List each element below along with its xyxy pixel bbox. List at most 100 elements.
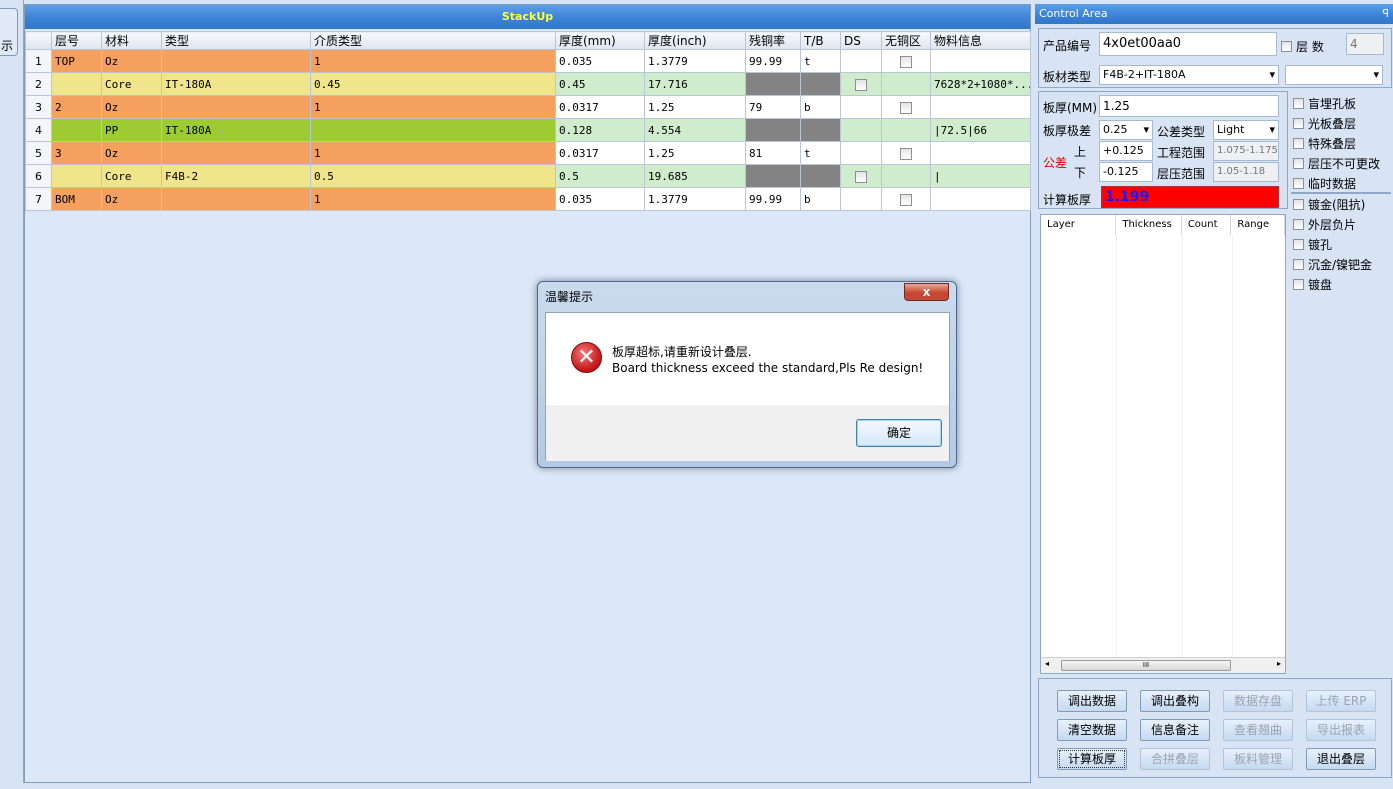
cell-ds[interactable]: [840, 72, 882, 96]
cell-copper[interactable]: [745, 72, 801, 96]
ok-button[interactable]: 确定: [856, 419, 942, 447]
cell-ds[interactable]: [840, 141, 882, 165]
action-button[interactable]: 导出报表: [1306, 719, 1376, 741]
action-button[interactable]: 调出叠构: [1140, 690, 1210, 712]
column-header[interactable]: 类型: [161, 31, 311, 50]
checkbox-icon[interactable]: [900, 147, 912, 160]
tol-type-select[interactable]: Light: [1213, 120, 1279, 140]
table-row[interactable]: 5 3 Oz 1 0.0317 1.25 81 t: [25, 141, 1031, 165]
cell-nocu[interactable]: [881, 164, 931, 188]
cell-n[interactable]: 1: [25, 49, 52, 73]
action-button[interactable]: 信息备注: [1140, 719, 1210, 741]
cell-type[interactable]: IT-180A: [161, 118, 311, 142]
layers-checkbox[interactable]: 层 数: [1281, 38, 1324, 55]
checkbox-icon[interactable]: [900, 101, 912, 114]
cell-nocu[interactable]: [881, 49, 931, 73]
cell-mat[interactable]: Core: [101, 72, 162, 96]
cell-info[interactable]: |72.5|66: [930, 118, 1031, 142]
table-row[interactable]: 1 TOP Oz 1 0.035 1.3779 99.99 t: [25, 49, 1031, 73]
option-checkbox[interactable]: 镀金(阻抗): [1293, 196, 1365, 213]
cell-inch[interactable]: 1.25: [644, 95, 746, 119]
action-button[interactable]: 清空数据: [1057, 719, 1127, 741]
cell-mm[interactable]: 0.45: [555, 72, 645, 96]
product-input[interactable]: 4x0et00aa0: [1099, 32, 1277, 56]
lower-input[interactable]: -0.125: [1099, 162, 1153, 182]
tolerance-select[interactable]: 0.25: [1099, 120, 1153, 140]
cell-layer[interactable]: 3: [51, 141, 102, 165]
option-checkbox[interactable]: 特殊叠层: [1293, 135, 1356, 152]
action-button[interactable]: 上传 ERP: [1306, 690, 1376, 712]
cell-dielectric[interactable]: 1: [310, 49, 556, 73]
cell-tb[interactable]: [800, 164, 841, 188]
cell-type[interactable]: [161, 95, 311, 119]
cell-dielectric[interactable]: 0.45: [310, 72, 556, 96]
cell-mm[interactable]: 0.0317: [555, 141, 645, 165]
cell-type[interactable]: IT-180A: [161, 72, 311, 96]
cell-type[interactable]: [161, 141, 311, 165]
cell-copper[interactable]: 99.99: [745, 187, 801, 211]
cell-ds[interactable]: [840, 187, 882, 211]
checkbox-icon[interactable]: [900, 193, 912, 206]
close-icon[interactable]: x: [904, 283, 949, 301]
cell-type[interactable]: F4B-2: [161, 164, 311, 188]
scroll-right-icon[interactable]: ▸: [1277, 659, 1281, 668]
cell-mat[interactable]: Core: [101, 164, 162, 188]
cell-mat[interactable]: Oz: [101, 49, 162, 73]
cell-mat[interactable]: PP: [101, 118, 162, 142]
table-row[interactable]: 7 BOM Oz 1 0.035 1.3779 99.99 b: [25, 187, 1031, 211]
checkbox-icon[interactable]: [855, 170, 867, 183]
cell-copper[interactable]: 99.99: [745, 49, 801, 73]
list-column-header[interactable]: Range: [1231, 215, 1285, 235]
cell-inch[interactable]: 17.716: [644, 72, 746, 96]
table-row[interactable]: 2 Core IT-180A 0.45 0.45 17.716 7628*2+1080*..…: [25, 72, 1031, 96]
scroll-left-icon[interactable]: ◂: [1045, 659, 1049, 668]
cell-type[interactable]: [161, 49, 311, 73]
cell-tb[interactable]: b: [800, 95, 841, 119]
cell-copper[interactable]: [745, 118, 801, 142]
action-button[interactable]: 查看翘曲: [1223, 719, 1293, 741]
cell-copper[interactable]: 81: [745, 141, 801, 165]
cell-layer[interactable]: TOP: [51, 49, 102, 73]
table-row[interactable]: 4 PP IT-180A 0.128 4.554 |72.5|66: [25, 118, 1031, 142]
action-button[interactable]: 合拼叠层: [1140, 748, 1210, 770]
cell-n[interactable]: 3: [25, 95, 52, 119]
cell-tb[interactable]: [800, 72, 841, 96]
cell-layer[interactable]: 2: [51, 95, 102, 119]
cell-layer[interactable]: [51, 72, 102, 96]
action-button[interactable]: 数据存盘: [1223, 690, 1293, 712]
cell-tb[interactable]: t: [800, 49, 841, 73]
cell-n[interactable]: 5: [25, 141, 52, 165]
cell-n[interactable]: 7: [25, 187, 52, 211]
cell-nocu[interactable]: [881, 72, 931, 96]
column-header[interactable]: 厚度(mm): [555, 31, 645, 50]
cell-nocu[interactable]: [881, 118, 931, 142]
cell-mat[interactable]: Oz: [101, 141, 162, 165]
option-checkbox[interactable]: 沉金/镍钯金: [1293, 256, 1372, 273]
column-header[interactable]: 厚度(inch): [644, 31, 746, 50]
column-header[interactable]: 介质类型: [310, 31, 556, 50]
list-column-header[interactable]: Thickness: [1116, 215, 1182, 235]
cell-inch[interactable]: 1.3779: [644, 49, 746, 73]
thickness-input[interactable]: 1.25: [1099, 95, 1279, 117]
option-checkbox[interactable]: 临时数据: [1293, 175, 1356, 192]
table-row[interactable]: 6 Core F4B-2 0.5 0.5 19.685 |: [25, 164, 1031, 188]
cell-dielectric[interactable]: 1: [310, 95, 556, 119]
cell-info[interactable]: [930, 141, 1031, 165]
column-header[interactable]: T/B: [800, 31, 841, 50]
cell-n[interactable]: 2: [25, 72, 52, 96]
checkbox-icon[interactable]: [900, 55, 912, 68]
cell-mat[interactable]: Oz: [101, 187, 162, 211]
column-header[interactable]: 无铜区: [881, 31, 931, 50]
cell-ds[interactable]: [840, 118, 882, 142]
cell-mm[interactable]: 0.5: [555, 164, 645, 188]
option-checkbox[interactable]: 层压不可更改: [1293, 155, 1380, 172]
cell-nocu[interactable]: [881, 95, 931, 119]
option-checkbox[interactable]: 镀盘: [1293, 276, 1332, 293]
cell-layer[interactable]: [51, 118, 102, 142]
cell-dielectric[interactable]: 1: [310, 141, 556, 165]
cell-layer[interactable]: BOM: [51, 187, 102, 211]
option-checkbox[interactable]: 镀孔: [1293, 236, 1332, 253]
cell-dielectric[interactable]: 0.5: [310, 164, 556, 188]
cell-info[interactable]: [930, 49, 1031, 73]
scroll-thumb[interactable]: III: [1061, 660, 1231, 671]
